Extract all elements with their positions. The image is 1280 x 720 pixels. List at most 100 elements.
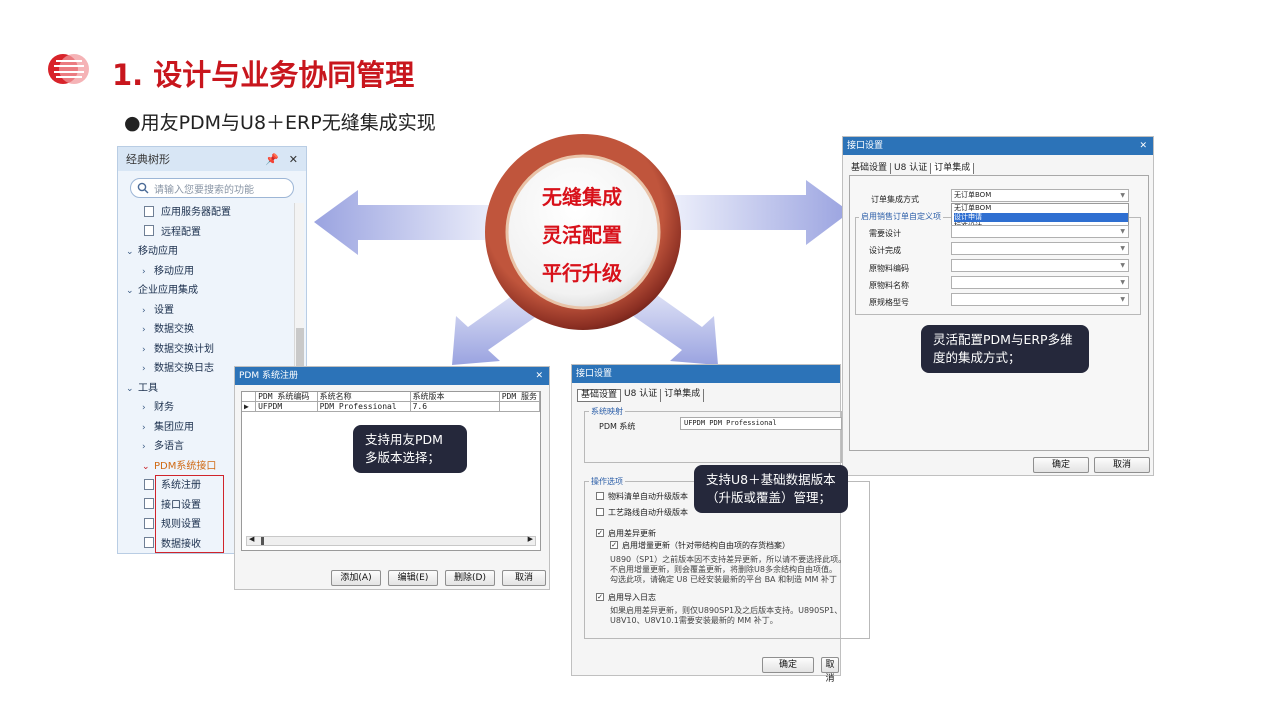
field-select[interactable]: ▼ bbox=[951, 293, 1129, 306]
arrow-left bbox=[314, 190, 500, 255]
options-group-label: 操作选项 bbox=[589, 476, 625, 487]
order-mode-select[interactable]: 无订单BOM ▼ bbox=[951, 189, 1129, 202]
chevron-right-icon[interactable]: › bbox=[142, 321, 154, 339]
pdm-registration-dialog: PDM 系统注册 ✕ PDM 系统编码 系统名称 系统版本 PDM 服务 ▶ U… bbox=[234, 366, 550, 590]
chevron-right-icon[interactable]: › bbox=[142, 419, 154, 437]
chevron-right-icon[interactable]: › bbox=[142, 341, 154, 359]
pdm-system-field[interactable]: UFPDM PDM Professional bbox=[680, 417, 842, 430]
field-select[interactable]: ▼ bbox=[951, 225, 1129, 238]
scroll-left-icon[interactable]: ◀ bbox=[249, 535, 254, 543]
checkbox-checked[interactable]: ✓ bbox=[596, 528, 604, 537]
interface-settings-dialog-order: 接口设置 ✕ 基础设置 U8 认证 订单集成 订单集成方式 无订单BOM ▼ 启… bbox=[842, 136, 1154, 476]
edit-button[interactable]: 编辑(E) bbox=[388, 570, 438, 586]
tree-item[interactable]: › 设置 bbox=[142, 302, 174, 320]
chevron-down-icon: ▼ bbox=[1120, 192, 1125, 199]
tree-item[interactable]: › 数据交换日志 bbox=[142, 360, 214, 378]
center-line-2: 灵活配置 bbox=[542, 223, 622, 247]
option-incremental-update[interactable]: ✓ 启用增量更新（针对带结构自由项的存货档案） bbox=[610, 540, 790, 551]
callout-flexible-config: 灵活配置PDM与ERP多维度的集成方式； bbox=[921, 325, 1089, 373]
field-label: 原物料编码 bbox=[869, 264, 909, 273]
tree-item[interactable]: ⌄ 工具 bbox=[126, 380, 158, 398]
tab-order[interactable]: 订单集成 bbox=[931, 163, 975, 174]
search-icon bbox=[137, 182, 149, 194]
tree-item[interactable]: › 数据交换 bbox=[142, 321, 194, 339]
checkbox-checked[interactable]: ✓ bbox=[610, 540, 618, 549]
chevron-down-icon[interactable]: ⌄ bbox=[142, 458, 154, 476]
tree-item-label: 工具 bbox=[138, 382, 158, 394]
option-route-autoupgrade[interactable]: 工艺路线自动升级版本 bbox=[596, 507, 688, 518]
close-icon[interactable]: ✕ bbox=[1139, 137, 1147, 155]
option-diff-update[interactable]: ✓ 启用差异更新 bbox=[596, 528, 656, 539]
cancel-button[interactable]: 取消 bbox=[1094, 457, 1150, 473]
field-select[interactable]: ▼ bbox=[951, 276, 1129, 289]
chevron-down-icon[interactable]: ⌄ bbox=[126, 380, 138, 398]
pin-icon[interactable]: 📌 bbox=[265, 153, 279, 166]
delete-button[interactable]: 删除(D) bbox=[445, 570, 495, 586]
tab-basic[interactable]: 基础设置 bbox=[848, 163, 892, 174]
tree-item-label: 移动应用 bbox=[138, 246, 178, 257]
chevron-down-icon: ▼ bbox=[1120, 245, 1125, 252]
tree-title: 经典树形 bbox=[126, 153, 170, 166]
tree-item[interactable]: ⌄ 移动应用 bbox=[126, 243, 178, 261]
tree-item-label: 应用服务器配置 bbox=[161, 207, 231, 218]
tab-order[interactable]: 订单集成 bbox=[661, 389, 705, 402]
tree-item[interactable]: › 多语言 bbox=[142, 438, 184, 456]
tree-item-label: 移动应用 bbox=[154, 265, 194, 277]
tree-item[interactable]: › 财务 bbox=[142, 399, 174, 417]
iface-tabs: 基础设置 U8 认证 订单集成 bbox=[577, 389, 705, 402]
option-bom-autoupgrade[interactable]: 物料清单自动升级版本 bbox=[596, 491, 688, 502]
chevron-down-icon: ▼ bbox=[1120, 296, 1125, 303]
pdm-dialog-titlebar: PDM 系统注册 ✕ bbox=[235, 367, 549, 385]
checkbox[interactable] bbox=[596, 507, 604, 516]
tree-search-placeholder: 请输入您要搜索的功能 bbox=[154, 184, 254, 196]
ok-button[interactable]: 确定 bbox=[762, 657, 814, 673]
close-icon[interactable]: ✕ bbox=[535, 367, 543, 385]
chevron-right-icon[interactable]: › bbox=[142, 360, 154, 378]
tree-item[interactable]: › 移动应用 bbox=[142, 263, 194, 281]
dropdown-option-selected[interactable]: 设计申请 bbox=[954, 213, 1128, 222]
col-header: 系统名称 bbox=[317, 392, 411, 402]
cell: 7.6 bbox=[410, 401, 500, 412]
tree-item-label: 远程配置 bbox=[161, 226, 201, 238]
horizontal-scrollbar[interactable]: ◀ ▶ bbox=[246, 535, 536, 546]
option-label: 启用增量更新（针对带结构自由项的存货档案） bbox=[622, 541, 790, 550]
tree-item[interactable]: 应用服务器配置 bbox=[144, 204, 231, 222]
option-import-log[interactable]: ✓ 启用导入日志 bbox=[596, 592, 656, 603]
tree-item[interactable]: › 数据交换计划 bbox=[142, 341, 214, 359]
cell bbox=[499, 401, 541, 412]
field-select[interactable]: ▼ bbox=[951, 259, 1129, 272]
checkbox-checked[interactable]: ✓ bbox=[596, 592, 604, 601]
option-label: 物料清单自动升级版本 bbox=[608, 492, 688, 501]
cell: UFPDM bbox=[255, 401, 318, 412]
tree-item[interactable]: ⌄ 企业应用集成 bbox=[126, 282, 198, 300]
tree-item[interactable]: ⌄ PDM系统接口 bbox=[142, 458, 216, 476]
field-select[interactable]: ▼ bbox=[951, 242, 1129, 255]
tab-u8-auth[interactable]: U8 认证 bbox=[621, 389, 662, 402]
cancel-button[interactable]: 取消 bbox=[502, 570, 546, 586]
chevron-right-icon[interactable]: › bbox=[142, 263, 154, 281]
close-icon[interactable]: ✕ bbox=[289, 153, 298, 166]
ok-button[interactable]: 确定 bbox=[1033, 457, 1089, 473]
callout-version-management: 支持U8＋基础数据版本（升版或覆盖）管理； bbox=[694, 465, 848, 513]
chevron-right-icon[interactable]: › bbox=[142, 438, 154, 456]
tree-item[interactable]: › 集团应用 bbox=[142, 419, 194, 437]
tab-u8-auth[interactable]: U8 认证 bbox=[891, 163, 932, 174]
interface-settings-dialog: 接口设置 基础设置 U8 认证 订单集成 系统映射 PDM 系统 UFPDM P… bbox=[571, 364, 870, 684]
note-text: 勾选此项，请确定 U8 已经安装最新的平台 BA 和制造 MM 补丁 bbox=[610, 575, 837, 584]
tree-item[interactable]: 远程配置 bbox=[144, 224, 201, 242]
chevron-down-icon[interactable]: ⌄ bbox=[126, 282, 138, 300]
tree-search-input[interactable]: 请输入您要搜索的功能 bbox=[130, 178, 294, 198]
add-button[interactable]: 添加(A) bbox=[331, 570, 381, 586]
tree-item-label: 财务 bbox=[154, 402, 174, 413]
custom-fields-group-label: 启用销售订单自定义项 bbox=[859, 211, 943, 222]
table-row[interactable]: ▶ UFPDM PDM Professional 7.6 bbox=[242, 401, 541, 412]
scroll-right-icon[interactable]: ▶ bbox=[528, 535, 533, 543]
chevron-right-icon[interactable]: › bbox=[142, 399, 154, 417]
chevron-right-icon[interactable]: › bbox=[142, 302, 154, 320]
chevron-down-icon[interactable]: ⌄ bbox=[126, 243, 138, 261]
tab-basic[interactable]: 基础设置 bbox=[577, 389, 622, 402]
tree-item-label: 数据交换计划 bbox=[154, 343, 214, 355]
cancel-button[interactable]: 取消 bbox=[821, 657, 839, 684]
dropdown-option[interactable]: 无订单BOM bbox=[954, 204, 1128, 213]
checkbox[interactable] bbox=[596, 491, 604, 500]
